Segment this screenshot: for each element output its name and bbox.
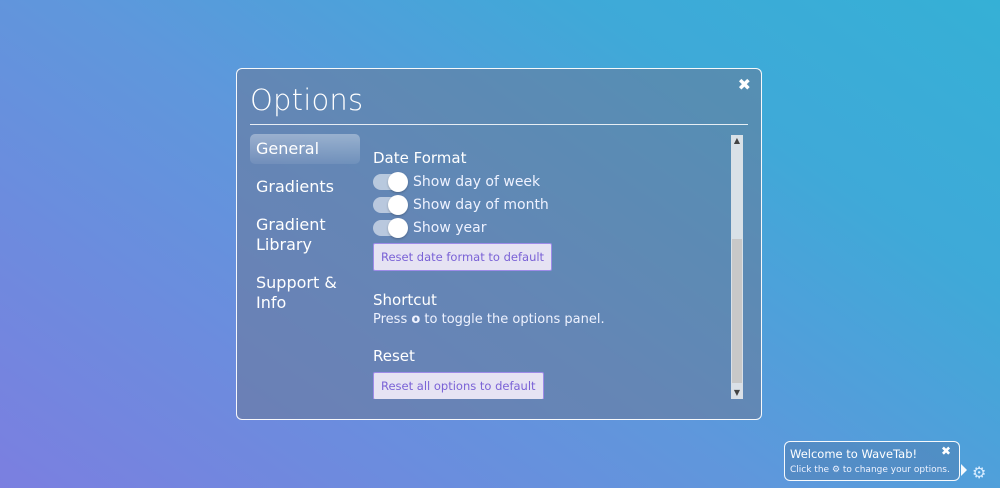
sidebar-item-support-info[interactable]: Support & Info [250,268,360,318]
toggle-knob [388,217,408,238]
tooltip-pointer [961,464,967,476]
reset-all-options-button[interactable]: Reset all options to default [373,372,544,399]
day-of-month-label: Show day of month [413,196,549,213]
shortcut-description: Press o to toggle the options panel. [373,312,723,327]
toggle-knob [388,194,408,215]
welcome-text-after: to change your options. [840,465,950,475]
shortcut-heading: Shortcut [373,291,437,309]
day-of-week-label: Show day of week [413,173,541,190]
gear-icon[interactable]: ⚙ [972,463,986,482]
year-label: Show year [413,219,487,236]
modal-title: Options [250,83,364,117]
scroll-down-arrow-icon[interactable]: ▼ [731,387,743,399]
sidebar-item-gradients[interactable]: Gradients [250,172,360,202]
toggle-knob [388,171,408,192]
welcome-text-before: Click the [790,465,832,475]
reset-heading: Reset [373,347,415,365]
close-icon[interactable]: ✖ [738,75,751,94]
welcome-message: Click the ⚙ to change your options. [790,465,950,475]
scroll-up-arrow-icon[interactable]: ▲ [731,135,743,147]
options-sidebar: General Gradients Gradient Library Suppo… [250,134,360,326]
day-of-month-toggle[interactable] [373,194,408,215]
toggle-row-year: Show year [373,216,723,239]
title-divider [250,124,748,125]
year-toggle[interactable] [373,217,408,238]
scroll-thumb[interactable] [732,239,742,383]
welcome-title: Welcome to WaveTab! [790,447,918,461]
shortcut-key: o [411,312,421,327]
welcome-tooltip: Welcome to WaveTab! ✖ Click the ⚙ to cha… [784,441,960,481]
sidebar-item-general[interactable]: General [250,134,360,164]
date-format-heading: Date Format [373,149,467,167]
shortcut-text-after: to toggle the options panel. [420,312,605,327]
options-modal: Options ✖ General Gradients Gradient Lib… [236,68,762,420]
day-of-week-toggle[interactable] [373,171,408,192]
reset-date-format-button[interactable]: Reset date format to default [373,243,553,271]
shortcut-text-before: Press [373,312,412,327]
gear-icon: ⚙ [831,465,841,475]
sidebar-item-gradient-library[interactable]: Gradient Library [250,210,360,260]
close-icon[interactable]: ✖ [941,444,951,458]
general-options-panel: Date Format Show day of week Show day of… [373,137,723,399]
toggle-row-day-of-week: Show day of week [373,170,723,193]
toggle-row-day-of-month: Show day of month [373,193,723,216]
content-scrollbar[interactable]: ▲ ▼ [731,135,743,399]
